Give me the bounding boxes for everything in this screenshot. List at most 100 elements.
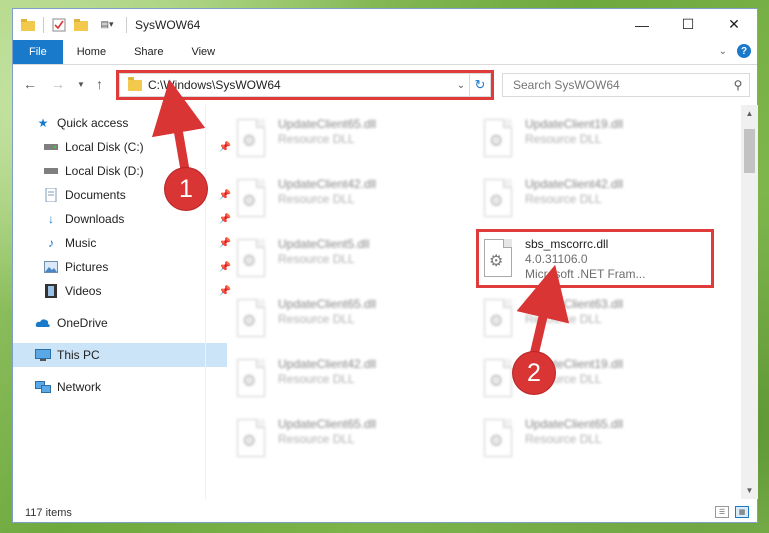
- dll-file-icon: ⚙: [233, 359, 269, 401]
- maximize-button[interactable]: ☐: [665, 9, 711, 40]
- file-description: Resource DLL: [278, 252, 355, 266]
- file-item[interactable]: ⚙ UpdateClient5.dll Resource DLL: [233, 237, 463, 287]
- forward-arrow-icon[interactable]: →: [51, 76, 65, 92]
- ribbon-tabs: File Home Share View ⌄ ?: [13, 40, 757, 65]
- title-bar: ▤▾ SysWOW64 — ☐ ✕: [13, 9, 757, 40]
- sidebar-item-label: Music: [65, 236, 97, 250]
- file-highlight: [476, 229, 714, 288]
- file-name: UpdateClient65.dll: [525, 417, 624, 431]
- dll-file-icon: ⚙: [480, 299, 516, 341]
- address-bar-highlight: [116, 70, 494, 100]
- file-item[interactable]: ⚙ UpdateClient65.dll Resource DLL: [233, 297, 463, 347]
- file-item[interactable]: ⚙ UpdateClient42.dll Resource DLL: [480, 177, 710, 227]
- sidebar-item-pictures[interactable]: Pictures 📌: [13, 255, 235, 279]
- dll-file-icon: ⚙: [480, 119, 516, 161]
- tab-file[interactable]: File: [13, 40, 63, 64]
- dll-file-icon: ⚙: [233, 179, 269, 221]
- folder-icon: [21, 18, 35, 32]
- drive-icon: [43, 164, 59, 178]
- file-description: Resource DLL: [525, 192, 602, 206]
- sidebar-item-label: Local Disk (C:): [65, 140, 144, 154]
- tab-view[interactable]: View: [177, 40, 229, 64]
- dll-file-icon: ⚙: [233, 119, 269, 161]
- dll-file-icon: ⚙: [233, 299, 269, 341]
- file-description: Resource DLL: [525, 132, 602, 146]
- dll-file-icon: ⚙: [480, 179, 516, 221]
- computer-icon: [35, 348, 51, 362]
- sidebar-item-videos[interactable]: Videos 📌: [13, 279, 235, 303]
- file-name: UpdateClient63.dll: [525, 297, 624, 311]
- file-item[interactable]: ⚙ UpdateClient65.dll Resource DLL: [233, 117, 463, 167]
- file-description: Resource DLL: [278, 132, 355, 146]
- title-separator: [126, 16, 127, 33]
- step-2-badge: 2: [513, 352, 555, 394]
- file-item[interactable]: ⚙ UpdateClient63.dll Resource DLL: [480, 297, 710, 347]
- file-name: UpdateClient65.dll: [278, 417, 377, 431]
- file-item[interactable]: ⚙ UpdateClient65.dll Resource DLL: [233, 417, 463, 467]
- expand-ribbon-icon[interactable]: ⌄: [719, 46, 727, 57]
- file-description: Resource DLL: [278, 372, 355, 386]
- sidebar-item-quick-access[interactable]: ★ Quick access: [13, 111, 227, 135]
- sidebar-item-this-pc[interactable]: This PC: [13, 343, 227, 367]
- ribbon-right-controls: ⌄ ?: [719, 44, 751, 58]
- documents-icon: [43, 188, 59, 202]
- star-icon: ★: [37, 116, 49, 130]
- file-item[interactable]: ⚙ UpdateClient19.dll Resource DLL: [480, 117, 710, 167]
- help-icon[interactable]: ?: [737, 44, 751, 58]
- file-name: UpdateClient65.dll: [278, 117, 377, 131]
- properties-icon[interactable]: [52, 18, 66, 32]
- pictures-icon: [43, 260, 59, 274]
- status-bar: 117 items ☰ ▦: [13, 503, 757, 523]
- file-name: UpdateClient65.dll: [278, 297, 377, 311]
- sidebar-item-downloads[interactable]: ↓ Downloads 📌: [13, 207, 235, 231]
- sidebar-item-music[interactable]: ♪ Music 📌: [13, 231, 235, 255]
- cloud-icon: [35, 316, 51, 330]
- navigation-pane: ★ Quick access Local Disk (C:) 📌 Local D…: [13, 109, 231, 499]
- videos-icon: [43, 284, 59, 298]
- window-controls: — ☐ ✕: [619, 9, 757, 40]
- file-item[interactable]: ⚙ UpdateClient65.dll Resource DLL: [480, 417, 710, 467]
- view-switcher: ☰ ▦: [715, 506, 749, 518]
- new-folder-icon[interactable]: [74, 18, 88, 32]
- dll-file-icon: ⚙: [480, 419, 516, 461]
- sidebar-item-label: Downloads: [65, 212, 125, 226]
- vertical-scrollbar[interactable]: ▲ ▼: [741, 105, 758, 499]
- tiles-view-icon[interactable]: ▦: [735, 506, 749, 518]
- sidebar-item-label: Quick access: [57, 116, 129, 130]
- dll-file-icon: ⚙: [233, 239, 269, 281]
- tab-home[interactable]: Home: [63, 40, 120, 64]
- customize-toolbar-icon[interactable]: ▤▾: [96, 18, 118, 32]
- close-button[interactable]: ✕: [711, 9, 757, 40]
- details-view-icon[interactable]: ☰: [715, 506, 729, 518]
- drive-icon: [43, 140, 59, 154]
- recent-locations-icon[interactable]: ▼: [77, 80, 85, 89]
- minimize-button[interactable]: —: [619, 9, 665, 40]
- search-icon[interactable]: ⚲: [727, 78, 749, 92]
- sidebar-item-local-disk-c[interactable]: Local Disk (C:) 📌: [13, 135, 235, 159]
- sidebar-item-onedrive[interactable]: OneDrive: [13, 311, 227, 335]
- scrollbar-thumb[interactable]: [744, 129, 755, 173]
- sidebar-item-label: Videos: [65, 284, 102, 298]
- sidebar-item-label: This PC: [57, 348, 100, 362]
- scroll-down-icon[interactable]: ▼: [741, 486, 758, 495]
- scroll-up-icon[interactable]: ▲: [741, 109, 758, 118]
- back-arrow-icon[interactable]: ←: [23, 76, 37, 92]
- file-description: Resource DLL: [525, 312, 602, 326]
- sidebar-item-label: OneDrive: [57, 316, 108, 330]
- file-name: UpdateClient42.dll: [278, 357, 377, 371]
- file-description: Resource DLL: [278, 192, 355, 206]
- search-input[interactable]: [503, 77, 727, 93]
- tab-share[interactable]: Share: [120, 40, 177, 64]
- pane-splitter[interactable]: [205, 105, 206, 499]
- search-box[interactable]: ⚲: [502, 73, 750, 97]
- window-title: SysWOW64: [135, 17, 201, 32]
- file-item[interactable]: ⚙ UpdateClient42.dll Resource DLL: [233, 177, 463, 227]
- file-name: UpdateClient19.dll: [525, 117, 624, 131]
- file-name: UpdateClient42.dll: [278, 177, 377, 191]
- file-item[interactable]: ⚙ UpdateClient42.dll Resource DLL: [233, 357, 463, 407]
- up-arrow-icon[interactable]: ↑: [96, 76, 103, 92]
- download-icon: ↓: [48, 212, 54, 226]
- sidebar-item-label: Network: [57, 380, 102, 394]
- item-count: 117 items: [25, 507, 72, 519]
- sidebar-item-network[interactable]: Network: [13, 375, 227, 399]
